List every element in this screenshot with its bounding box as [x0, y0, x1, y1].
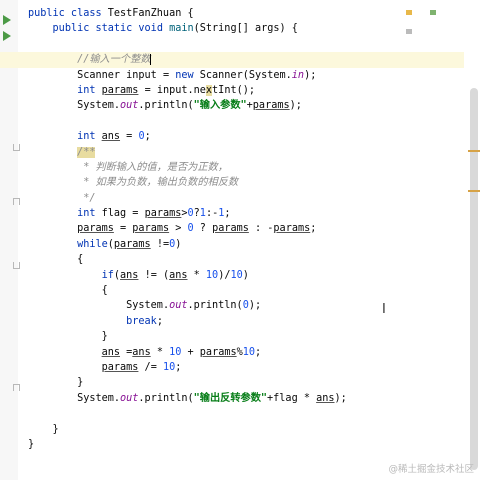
scrollbar-thumb[interactable]	[470, 88, 478, 470]
code-line: public static void main(String[] args) {	[52, 23, 298, 35]
code-line: }	[101, 331, 108, 343]
code-line: */	[77, 192, 96, 204]
code-line: public class TestFanZhuan {	[28, 8, 194, 19]
code-editor[interactable]: public class TestFanZhuan { public stati…	[0, 6, 480, 452]
code-line: int params = input.nextInt();	[77, 84, 255, 96]
code-line: }	[77, 377, 84, 389]
fold-marker-icon[interactable]	[13, 144, 20, 151]
code-line: Scanner input = new Scanner(System.in);	[77, 69, 317, 81]
code-line: System.out.println(0);	[126, 300, 262, 312]
code-line: if(ans != (ans * 10)/10)	[101, 269, 249, 281]
vertical-scrollbar[interactable]	[464, 0, 480, 480]
code-line: * 如果为负数，输出负数的相反数	[77, 177, 239, 189]
code-line: /**	[77, 146, 96, 158]
text-caret	[150, 53, 152, 65]
fold-marker-icon[interactable]	[13, 198, 20, 205]
code-line: }	[28, 438, 35, 450]
error-stripe-marker[interactable]	[468, 190, 480, 192]
code-line: * 判断输入的值，是否为正数，	[77, 161, 228, 173]
code-line: int ans = 0;	[77, 131, 151, 143]
fold-marker-icon[interactable]	[13, 262, 20, 269]
code-line: {	[101, 285, 108, 297]
error-stripe-marker[interactable]	[468, 150, 480, 152]
code-line: System.out.println("输入参数"+params);	[77, 100, 302, 112]
code-line: {	[77, 254, 84, 266]
run-main-icon[interactable]	[3, 31, 11, 41]
text-cursor-icon: I	[382, 302, 386, 317]
code-line: }	[52, 423, 59, 435]
code-line: break;	[126, 315, 163, 327]
watermark: @稀土掘金技术社区	[388, 464, 474, 475]
fold-marker-icon[interactable]	[13, 384, 20, 391]
code-line: params /= 10;	[101, 361, 182, 373]
code-line-current: //输入一个整数	[0, 52, 480, 68]
code-line: while(params !=0)	[77, 238, 182, 250]
code-line: int flag = params>0?1:-1;	[77, 208, 231, 220]
code-line: ans =ans * 10 + params%10;	[101, 346, 262, 358]
code-line: params = params > 0 ? params : -params;	[77, 223, 317, 235]
editor-gutter	[0, 0, 20, 480]
code-line: System.out.println("输出反转参数"+flag * ans);	[77, 392, 347, 404]
run-class-icon[interactable]	[3, 15, 11, 25]
